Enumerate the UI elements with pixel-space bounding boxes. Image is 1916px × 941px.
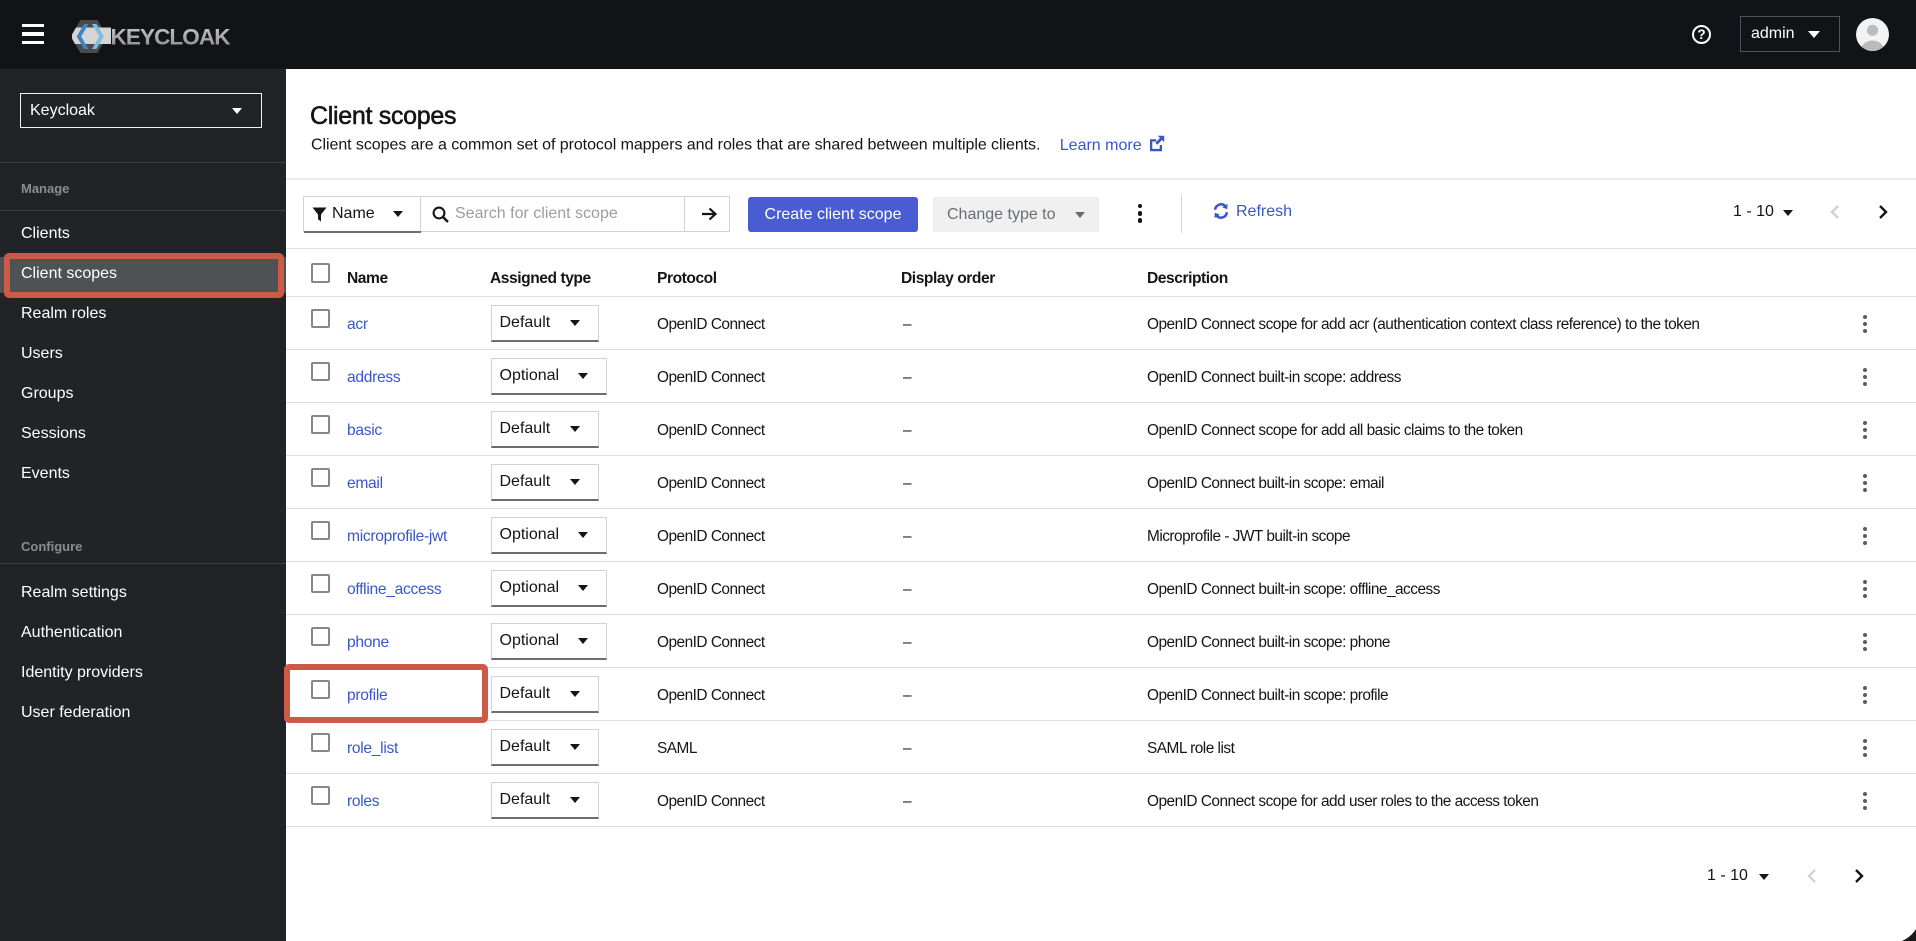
svg-text:KEYCLOAK: KEYCLOAK	[111, 25, 232, 50]
